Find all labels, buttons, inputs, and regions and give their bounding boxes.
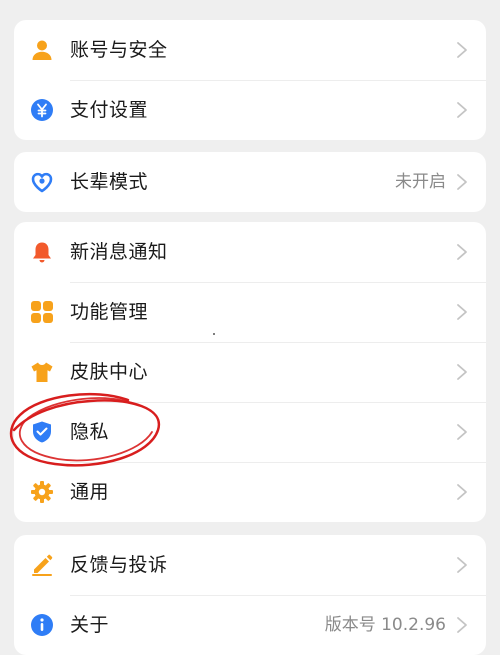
chevron-right-icon — [456, 423, 468, 441]
settings-row-label: 功能管理 — [70, 301, 149, 323]
settings-row-label: 关于 — [70, 614, 110, 636]
settings-group-about: 反馈与投诉 关于 版本号 10.2.96 — [14, 535, 486, 655]
settings-row-label: 反馈与投诉 — [70, 554, 168, 576]
settings-row-privacy[interactable]: 隐私 — [14, 402, 486, 462]
shield-icon — [30, 420, 54, 444]
settings-row-label: 长辈模式 — [70, 171, 149, 193]
settings-row-label: 皮肤中心 — [70, 361, 149, 383]
user-icon — [30, 38, 54, 62]
chevron-right-icon — [456, 303, 468, 321]
settings-row-feature-management[interactable]: 功能管理 — [14, 282, 486, 342]
elder-mode-status: 未开启 — [395, 172, 446, 192]
heart-icon — [30, 170, 54, 194]
settings-group-elder: 长辈模式 未开启 — [14, 152, 486, 212]
settings-row-label: 通用 — [70, 481, 110, 503]
chevron-right-icon — [456, 173, 468, 191]
yuan-icon — [30, 98, 54, 122]
settings-row-account-security[interactable]: 账号与安全 — [14, 20, 486, 80]
stray-dot — [213, 333, 215, 335]
bell-icon — [30, 240, 54, 264]
chevron-right-icon — [456, 363, 468, 381]
settings-group-account: 账号与安全 支付设置 — [14, 20, 486, 140]
chevron-right-icon — [456, 556, 468, 574]
gear-icon — [30, 480, 54, 504]
chevron-right-icon — [456, 41, 468, 59]
settings-row-label: 账号与安全 — [70, 39, 168, 61]
settings-row-notifications[interactable]: 新消息通知 — [14, 222, 486, 282]
grid-icon — [30, 300, 54, 324]
settings-row-general[interactable]: 通用 — [14, 462, 486, 522]
version-number: 版本号 10.2.96 — [324, 615, 446, 635]
chevron-right-icon — [456, 101, 468, 119]
settings-row-label: 隐私 — [70, 421, 110, 443]
settings-group-general: 新消息通知 功能管理 皮肤中心 隐私 通用 — [14, 222, 486, 522]
shirt-icon — [30, 360, 54, 384]
chevron-right-icon — [456, 483, 468, 501]
settings-row-elder-mode[interactable]: 长辈模式 未开启 — [14, 152, 486, 212]
info-icon — [30, 613, 54, 637]
chevron-right-icon — [456, 243, 468, 261]
pencil-icon — [30, 553, 54, 577]
settings-row-feedback[interactable]: 反馈与投诉 — [14, 535, 486, 595]
settings-row-label: 支付设置 — [70, 99, 149, 121]
settings-row-skin-center[interactable]: 皮肤中心 — [14, 342, 486, 402]
settings-row-payment[interactable]: 支付设置 — [14, 80, 486, 140]
settings-row-label: 新消息通知 — [70, 241, 168, 263]
chevron-right-icon — [456, 616, 468, 634]
settings-row-about[interactable]: 关于 版本号 10.2.96 — [14, 595, 486, 655]
